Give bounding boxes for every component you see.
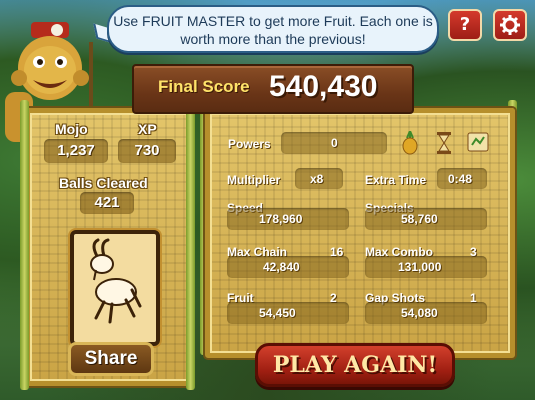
max-chain-value: 42,840 [263,260,300,274]
tip-text: Use FRUIT MASTER to get more Fruit. Each… [113,13,433,47]
multiplier-value: x8 [310,172,324,186]
multiplier-box: x8 [295,168,343,189]
fruit-value: 54,450 [259,306,296,320]
powers-box: 0 [281,132,387,154]
mojo-value: 1,237 [57,142,95,159]
extra-time-label: Extra Time [365,173,427,187]
mojo-label: Mojo [55,121,88,137]
settings-button[interactable] [493,9,527,41]
mojo-box: 1,237 [44,139,108,163]
hourglass-icon [437,132,451,154]
tip-speech-bubble: Use FRUIT MASTER to get more Fruit. Each… [107,5,439,53]
specials-value: 58,760 [401,212,438,226]
help-button[interactable]: ? [448,9,482,41]
max-chain-box: 42,840 [227,256,349,278]
gap-shots-box: 54,080 [365,302,487,324]
balls-cleared-label: Balls Cleared [59,175,148,191]
goat-icon [90,238,142,324]
final-score-plank: Final Score 540,430 [132,64,414,114]
balls-cleared-value: 421 [94,194,120,211]
share-label: Share [84,348,138,369]
map-scroll-icon [467,132,489,152]
max-combo-box: 131,000 [365,256,487,278]
xp-label: XP [138,121,157,137]
final-score-value: 540,430 [269,70,378,103]
max-combo-value: 131,000 [398,260,442,274]
extra-time-value: 0:48 [448,172,473,186]
share-button[interactable]: Share [68,342,154,376]
bamboo-post-left [20,100,29,390]
speed-value: 178,960 [259,212,303,226]
help-label: ? [459,14,471,35]
bamboo-post-mid-left [186,100,195,390]
xp-box: 730 [118,139,176,163]
play-again-label: PLAY AGAIN! [272,352,438,378]
gap-shots-value: 54,080 [401,306,438,320]
powers-value: 0 [331,136,338,150]
final-score-label: Final Score [158,77,250,96]
extra-time-box: 0:48 [437,168,487,189]
speed-box: 178,960 [227,208,349,230]
multiplier-label: Multiplier [227,173,281,187]
achievement-card [70,230,160,346]
balls-cleared-box: 421 [80,192,134,214]
fruit-box: 54,450 [227,302,349,324]
specials-box: 58,760 [365,208,487,230]
xp-value: 730 [134,142,160,159]
play-again-button[interactable]: PLAY AGAIN! [255,343,455,387]
pineapple-icon [402,131,418,155]
gear-icon [500,15,520,35]
powers-label: Powers [228,137,271,151]
